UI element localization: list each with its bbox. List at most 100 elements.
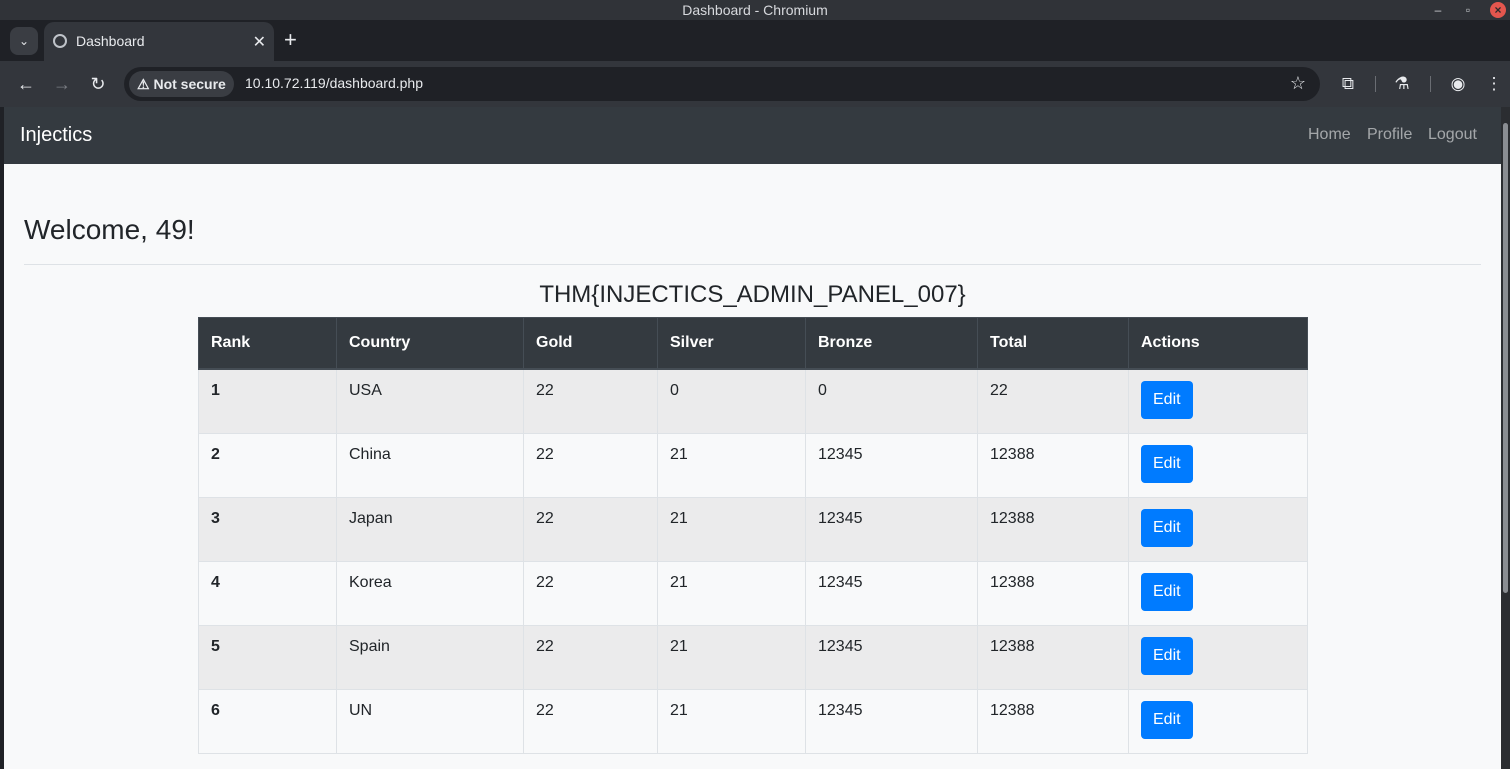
window-titlebar: Dashboard - Chromium – ▫ × — [0, 0, 1510, 20]
cell-rank: 1 — [198, 368, 337, 434]
welcome-heading: Welcome, 49! — [24, 214, 195, 245]
cell-bronze: 12345 — [805, 561, 978, 626]
cell-silver: 21 — [657, 497, 806, 562]
cell-country: China — [336, 433, 524, 498]
cell-silver: 21 — [657, 625, 806, 690]
edit-button[interactable]: Edit — [1141, 509, 1193, 547]
cell-actions: Edit — [1128, 625, 1308, 690]
page-viewport: Injectics Home Profile Logout Welcome, 4… — [4, 107, 1501, 769]
cell-total: 12388 — [977, 689, 1129, 754]
security-label: Not secure — [153, 76, 226, 92]
cell-silver: 21 — [657, 561, 806, 626]
scrollbar-thumb[interactable] — [1503, 123, 1508, 593]
edit-button[interactable]: Edit — [1141, 445, 1193, 483]
globe-icon — [53, 34, 67, 48]
cell-country: Spain — [336, 625, 524, 690]
cell-rank: 2 — [198, 433, 337, 498]
cell-silver: 21 — [657, 689, 806, 754]
url-text[interactable]: 10.10.72.119/dashboard.php — [245, 75, 423, 91]
table-row: 2 China 22 21 12345 12388 Edit — [198, 433, 1308, 498]
nav-link-profile[interactable]: Profile — [1367, 126, 1412, 144]
site-navbar: Injectics Home Profile Logout — [4, 107, 1501, 164]
cell-actions: Edit — [1128, 433, 1308, 498]
cell-country: USA — [336, 368, 524, 434]
tab-dashboard[interactable]: Dashboard ✕ — [44, 22, 274, 61]
cell-rank: 4 — [198, 561, 337, 626]
cell-actions: Edit — [1128, 561, 1308, 626]
cell-actions: Edit — [1128, 689, 1308, 754]
table-row: 3 Japan 22 21 12345 12388 Edit — [198, 497, 1308, 562]
cell-bronze: 12345 — [805, 625, 978, 690]
tab-strip: ⌄ Dashboard ✕ + — [0, 20, 1510, 61]
security-indicator[interactable]: ⚠ Not secure — [129, 71, 234, 97]
column-header-total: Total — [977, 317, 1129, 370]
cell-bronze: 12345 — [805, 689, 978, 754]
edit-button[interactable]: Edit — [1141, 637, 1193, 675]
cell-bronze: 12345 — [805, 433, 978, 498]
edit-button[interactable]: Edit — [1141, 573, 1193, 611]
browser-toolbar: ← → ↻ ⚠ Not secure 10.10.72.119/dashboar… — [0, 61, 1510, 107]
cell-total: 12388 — [977, 433, 1129, 498]
site-brand[interactable]: Injectics — [20, 124, 92, 147]
cell-total: 12388 — [977, 497, 1129, 562]
medal-table: Rank Country Gold Silver Bronze Total Ac… — [198, 317, 1308, 754]
column-header-actions: Actions — [1128, 317, 1308, 370]
toolbar-separator — [1430, 76, 1431, 92]
cell-country: UN — [336, 689, 524, 754]
cell-gold: 22 — [523, 497, 658, 562]
back-arrow-icon[interactable]: ← — [14, 72, 38, 96]
table-row: 1 USA 22 0 0 22 Edit — [198, 368, 1308, 434]
column-header-gold: Gold — [523, 317, 658, 370]
cell-gold: 22 — [523, 625, 658, 690]
cell-gold: 22 — [523, 561, 658, 626]
forward-arrow-icon[interactable]: → — [50, 72, 74, 96]
labs-flask-icon[interactable]: ⚗ — [1390, 72, 1414, 96]
warning-triangle-icon: ⚠ — [137, 76, 150, 92]
column-header-rank: Rank — [198, 317, 337, 370]
tab-title: Dashboard — [76, 33, 145, 49]
cell-total: 22 — [977, 368, 1129, 434]
cell-bronze: 0 — [805, 368, 978, 434]
cell-silver: 21 — [657, 433, 806, 498]
page-scrollbar[interactable] — [1501, 107, 1510, 769]
divider — [24, 264, 1481, 265]
nav-link-home[interactable]: Home — [1308, 126, 1351, 144]
tab-close-icon[interactable]: ✕ — [253, 32, 266, 52]
column-header-bronze: Bronze — [805, 317, 978, 370]
tab-search-chevron-icon[interactable]: ⌄ — [10, 27, 38, 55]
browser-menu-kebab-icon[interactable]: ⋮ — [1482, 72, 1506, 96]
close-window-icon[interactable]: × — [1490, 2, 1506, 18]
flag-heading: THM{INJECTICS_ADMIN_PANEL_007} — [539, 281, 966, 308]
edit-button[interactable]: Edit — [1141, 381, 1193, 419]
cell-gold: 22 — [523, 689, 658, 754]
extensions-puzzle-icon[interactable]: ⧉ — [1336, 72, 1360, 96]
table-header-row: Rank Country Gold Silver Bronze Total Ac… — [198, 317, 1308, 370]
toolbar-separator — [1375, 76, 1376, 92]
address-bar[interactable]: ⚠ Not secure 10.10.72.119/dashboard.php … — [124, 67, 1320, 101]
cell-rank: 5 — [198, 625, 337, 690]
restore-icon[interactable]: ▫ — [1460, 2, 1476, 18]
table-row: 5 Spain 22 21 12345 12388 Edit — [198, 625, 1308, 690]
minimize-icon[interactable]: – — [1430, 2, 1446, 18]
reload-icon[interactable]: ↻ — [86, 72, 110, 96]
cell-rank: 6 — [198, 689, 337, 754]
cell-gold: 22 — [523, 368, 658, 434]
cell-gold: 22 — [523, 433, 658, 498]
new-tab-plus-icon[interactable]: + — [284, 28, 297, 52]
column-header-country: Country — [336, 317, 524, 370]
window-title: Dashboard - Chromium — [682, 2, 828, 18]
cell-actions: Edit — [1128, 368, 1308, 434]
nav-link-logout[interactable]: Logout — [1428, 126, 1477, 144]
cell-total: 12388 — [977, 625, 1129, 690]
table-row: 6 UN 22 21 12345 12388 Edit — [198, 689, 1308, 754]
profile-avatar-icon[interactable]: ◉ — [1446, 72, 1470, 96]
cell-total: 12388 — [977, 561, 1129, 626]
table-row: 4 Korea 22 21 12345 12388 Edit — [198, 561, 1308, 626]
cell-country: Japan — [336, 497, 524, 562]
edit-button[interactable]: Edit — [1141, 701, 1193, 739]
column-header-silver: Silver — [657, 317, 806, 370]
bookmark-star-icon[interactable]: ☆ — [1290, 73, 1306, 94]
cell-country: Korea — [336, 561, 524, 626]
cell-silver: 0 — [657, 368, 806, 434]
cell-rank: 3 — [198, 497, 337, 562]
